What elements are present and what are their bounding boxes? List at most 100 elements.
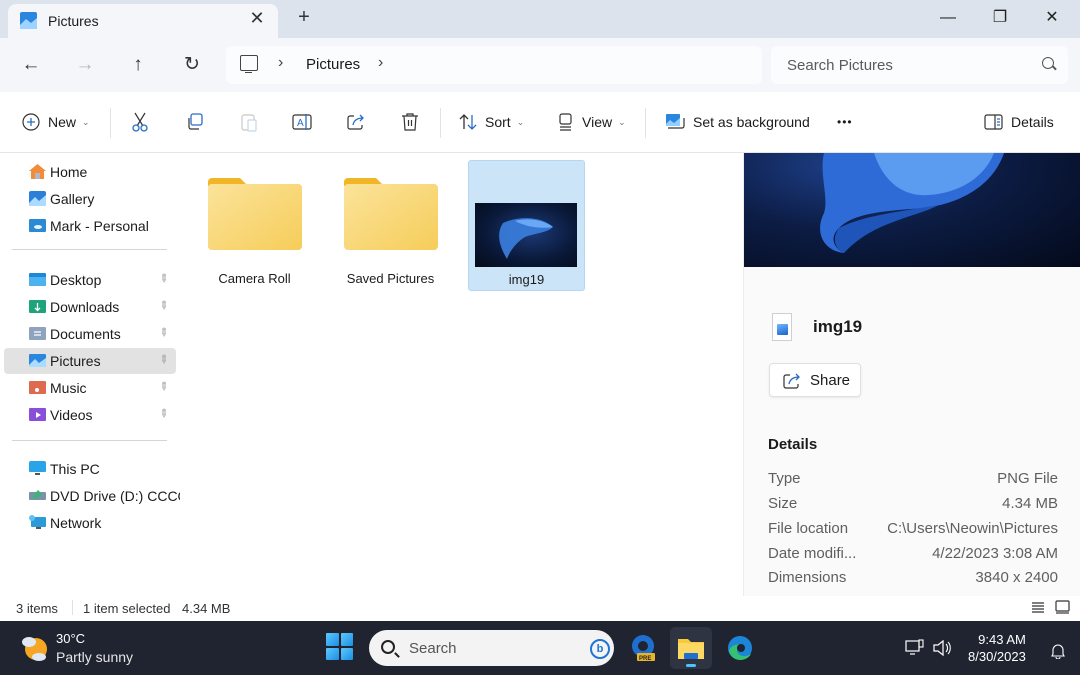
volume-icon[interactable] — [932, 639, 952, 657]
gallery-icon — [29, 191, 46, 206]
breadcrumb-pictures[interactable]: Pictures — [306, 56, 360, 73]
folder-item-camera-roll[interactable]: Camera Roll — [196, 160, 313, 291]
pin-icon[interactable]: ✎ — [156, 298, 172, 313]
details-pane-icon — [984, 114, 1003, 130]
rename-icon: A — [292, 114, 312, 130]
close-tab-icon[interactable]: ✕ — [246, 8, 268, 30]
pin-icon[interactable]: ✎ — [156, 325, 172, 340]
taskbar-app-file-explorer[interactable] — [670, 627, 712, 669]
details-pane-button[interactable]: Details — [984, 106, 1054, 138]
folder-icon — [344, 178, 438, 250]
refresh-button[interactable]: ↻ — [179, 52, 205, 78]
sidebar-item-mark-personal[interactable]: Mark - Personal — [4, 213, 176, 239]
selected-file-name: img19 — [813, 317, 863, 336]
divider — [72, 600, 73, 615]
large-icons-view-icon[interactable] — [1055, 600, 1070, 614]
status-bar: 3 items 1 item selected 4.34 MB — [0, 596, 1080, 621]
taskbar-app-edge-preview[interactable]: PRE — [622, 627, 664, 669]
wallpaper-bloom-icon — [820, 153, 1004, 253]
this-pc-icon — [29, 461, 46, 475]
notification-bell-icon[interactable] — [1050, 643, 1066, 659]
pin-icon[interactable]: ✎ — [156, 352, 172, 367]
share-button[interactable] — [347, 106, 366, 138]
sidebar-item-gallery[interactable]: Gallery — [4, 186, 176, 212]
network-status-icon[interactable] — [905, 639, 925, 657]
cut-button[interactable] — [131, 106, 149, 138]
pin-icon[interactable]: ✎ — [156, 379, 172, 394]
sidebar-item-documents[interactable]: Documents ✎ — [4, 321, 176, 347]
taskbar-app-edge[interactable] — [719, 627, 761, 669]
pin-icon[interactable]: ✎ — [156, 271, 172, 286]
pictures-folder-icon — [29, 354, 46, 367]
bing-icon[interactable]: b — [590, 639, 610, 659]
sidebar-item-pictures[interactable]: Pictures ✎ — [4, 348, 176, 374]
start-button[interactable] — [326, 633, 353, 660]
music-folder-icon — [29, 381, 46, 394]
back-button[interactable]: ← — [18, 52, 44, 78]
tab-title: Pictures — [48, 13, 99, 29]
restore-button[interactable]: ❐ — [980, 4, 1020, 32]
dvd-drive-icon — [29, 490, 46, 500]
share-button[interactable]: Share — [769, 363, 861, 397]
details-view-icon[interactable] — [1031, 601, 1045, 614]
copy-button[interactable] — [186, 106, 204, 138]
edge-preview-icon: PRE — [632, 635, 655, 662]
rename-button[interactable]: A — [292, 106, 314, 138]
more-options-button[interactable]: ••• — [837, 106, 853, 138]
view-label: View — [582, 114, 613, 130]
sidebar-item-this-pc[interactable]: This PC — [4, 456, 176, 482]
item-count: 3 items — [16, 601, 58, 616]
sidebar-item-desktop[interactable]: Desktop ✎ — [4, 267, 176, 293]
more-icon: ••• — [837, 115, 853, 129]
file-item-img19[interactable]: img19 — [468, 160, 585, 291]
system-clock[interactable]: 9:43 AM 8/30/2023 — [968, 631, 1026, 665]
search-input[interactable] — [771, 46, 1068, 84]
navigation-bar: ← → ↑ ↻ › Pictures › — [0, 38, 1080, 92]
chevron-down-icon: ⌄ — [516, 116, 525, 127]
details-pane: img19 Share Details Type PNG File Size 4.3… — [743, 153, 1080, 596]
paste-icon — [241, 114, 257, 132]
folder-item-saved-pictures[interactable]: Saved Pictures — [332, 160, 449, 291]
sidebar-item-music[interactable]: Music ✎ — [4, 375, 176, 401]
paste-button[interactable] — [240, 106, 258, 138]
desktop-folder-icon — [29, 273, 46, 286]
file-name: img19 — [508, 272, 545, 287]
pin-icon[interactable]: ✎ — [156, 406, 172, 421]
new-label: New — [48, 114, 77, 130]
forward-button[interactable]: → — [72, 52, 98, 78]
set-as-background-button[interactable]: Set as background — [665, 106, 810, 138]
windows-logo-icon — [326, 633, 339, 646]
new-tab-button[interactable]: + — [292, 6, 316, 29]
minimize-button[interactable]: — — [928, 4, 968, 32]
close-window-button[interactable]: ✕ — [1032, 4, 1072, 32]
search-box[interactable] — [771, 46, 1068, 84]
sidebar-item-home[interactable]: Home — [4, 159, 176, 185]
sidebar-item-dvd-drive[interactable]: DVD Drive (D:) CCCO — [4, 483, 188, 509]
trash-icon — [402, 113, 418, 131]
partly-sunny-icon — [22, 637, 47, 661]
breadcrumb-separator[interactable]: › — [278, 54, 283, 72]
this-pc-icon[interactable] — [240, 55, 258, 73]
delete-button[interactable] — [401, 106, 419, 138]
address-bar[interactable]: › Pictures › — [226, 46, 762, 84]
new-button[interactable]: New ⌄ — [22, 106, 90, 138]
view-button[interactable]: View ⌄ — [558, 106, 626, 138]
taskbar-search[interactable]: Search b — [369, 630, 614, 666]
up-button[interactable]: ↑ — [125, 52, 151, 78]
search-icon — [381, 640, 395, 654]
sidebar-item-network[interactable]: Network — [4, 510, 176, 536]
share-icon — [783, 373, 800, 389]
tab-pictures[interactable]: Pictures ✕ — [8, 4, 278, 38]
sort-button[interactable]: Sort ⌄ — [459, 106, 524, 138]
pictures-folder-icon — [20, 12, 37, 29]
property-row: Type PNG File — [768, 470, 1058, 487]
sidebar-item-downloads[interactable]: Downloads ✎ — [4, 294, 176, 320]
weather-temperature: 30°C — [56, 631, 86, 646]
breadcrumb-separator[interactable]: › — [378, 54, 383, 72]
set-background-icon — [666, 114, 685, 129]
sidebar-item-videos[interactable]: Videos ✎ — [4, 402, 176, 428]
wallpaper-bloom-icon — [499, 218, 553, 259]
property-row: File location C:\Users\Neowin\Pictures — [768, 520, 1058, 537]
svg-text:PRE: PRE — [639, 656, 651, 662]
divider — [645, 108, 646, 138]
